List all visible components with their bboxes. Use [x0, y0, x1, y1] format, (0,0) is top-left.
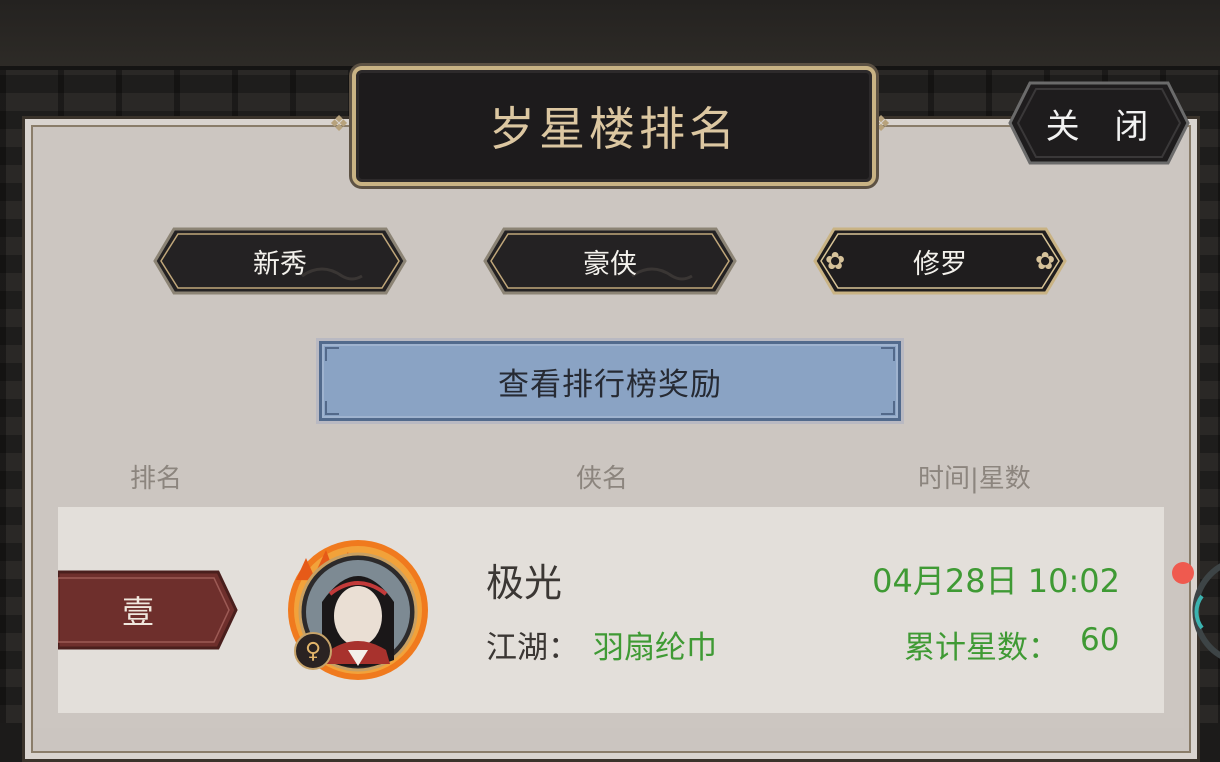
female-gender-icon: ♀ [294, 632, 332, 670]
corner-ornament [881, 347, 895, 361]
view-rewards-label: 查看排行榜奖励 [498, 366, 722, 403]
header-name: 侠名 [576, 464, 629, 494]
close-button[interactable]: 关 闭 [1008, 80, 1190, 166]
header-time-stars: 时间|星数 [918, 464, 1031, 494]
tab-rookie[interactable]: 新秀 [152, 226, 408, 296]
tab-label: 豪侠 [583, 248, 637, 280]
corner-ornament [325, 401, 339, 415]
close-button-label: 关 闭 [1045, 106, 1161, 147]
roof-beam [0, 0, 1220, 70]
tab-asura-selected[interactable]: ✿ ✿ 修罗 [812, 226, 1068, 296]
total-stars-value: 60 [1080, 622, 1120, 658]
record-time: 04月28日 10:02 [872, 562, 1120, 600]
player-name: 极光 [486, 561, 563, 605]
tab-hero[interactable]: 豪侠 [482, 226, 738, 296]
floating-assistant-icon[interactable] [1170, 556, 1220, 666]
page-title: 岁星楼排名 [489, 102, 739, 156]
title-plaque: 岁星楼排名 [352, 66, 876, 186]
tab-label: 新秀 [253, 248, 307, 280]
total-stars-label: 累计星数： [904, 630, 1059, 666]
rank-value: 壹 [121, 593, 154, 631]
rank-badge: 壹 [58, 570, 238, 650]
corner-ornament [881, 401, 895, 415]
corner-ornament [325, 347, 339, 361]
view-rewards-button[interactable]: 查看排行榜奖励 [316, 338, 904, 424]
jianghu-label: 江湖： [486, 630, 579, 666]
title-left-ornament: ❖ [329, 112, 349, 137]
header-rank: 排名 [130, 464, 183, 494]
jianghu-title: 羽扇纶巾 [593, 630, 717, 666]
tab-label: 修罗 [913, 248, 967, 280]
